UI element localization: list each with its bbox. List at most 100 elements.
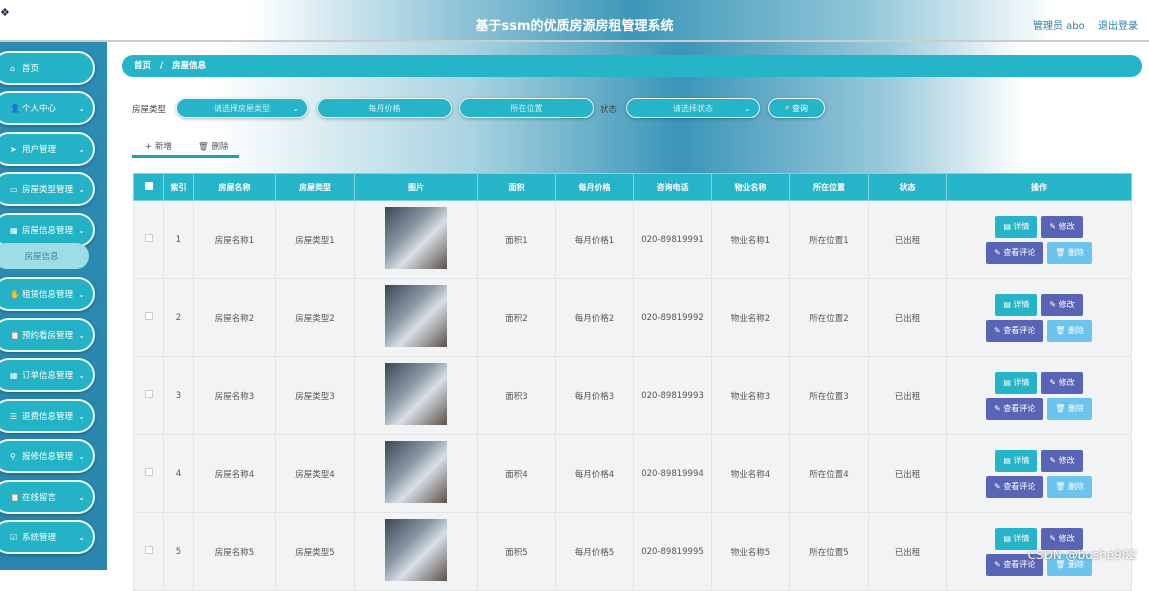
house-type-select[interactable]: 请选择房屋类型 ⌄ (176, 98, 308, 118)
clipboard-icon: 📋 (10, 330, 20, 340)
cell: 所在位置2 (789, 278, 869, 357)
row-checkbox[interactable] (144, 390, 153, 398)
row-checkbox[interactable] (144, 468, 153, 476)
row-select-cell[interactable] (133, 512, 164, 591)
cell: 房屋类型5 (275, 512, 355, 591)
sidebar-item-1[interactable]: ⌂ 首页 (0, 51, 95, 85)
row-checkbox[interactable] (144, 312, 153, 320)
sidebar-item-label: 在线留言 (22, 493, 57, 503)
row-checkbox[interactable] (144, 234, 153, 242)
view-comments-button[interactable]: ✎ 查看评论 (986, 319, 1044, 342)
sidebar-item-8[interactable]: ▦ 订单信息管理 ⌄ (0, 358, 95, 392)
logout-link[interactable]: 退出登录 (1098, 17, 1138, 32)
chevron-down-icon: ⌄ (78, 492, 85, 502)
select-all-checkbox[interactable] (144, 182, 153, 190)
edit-button[interactable]: ✎ 修改 (1041, 371, 1083, 394)
cell: 物业名称2 (711, 278, 790, 357)
table-row: 1 房屋名称1 房屋类型1 面积1 每月价格1 020-89819991 物业名称1 所在位置… (133, 200, 1132, 279)
cell: 物业名称4 (711, 434, 790, 513)
row-delete-button[interactable]: 🗑 删除 (1047, 397, 1092, 420)
cell: 房屋名称5 (193, 512, 276, 591)
location-input[interactable]: 所在位置 (459, 98, 594, 118)
cell: 所在位置3 (789, 356, 869, 435)
watermark: CSDN @bushe902 (1027, 548, 1137, 562)
column-header: 咨询电话 (633, 173, 712, 201)
chevron-down-icon: ⌄ (744, 103, 751, 113)
sidebar-item-5[interactable]: ▦ 房屋信息管理 ⌄ (0, 213, 95, 247)
cell: 每月价格5 (555, 512, 634, 591)
row-select-cell[interactable] (133, 200, 164, 279)
sidebar-item-9[interactable]: ☰ 退费信息管理 ⌄ (0, 399, 95, 433)
top-header: ❖ 基于ssm的优质房源房租管理系统 管理员 abo 退出登录 (0, 0, 1149, 42)
toolbar-underline (132, 155, 239, 158)
house-image[interactable] (385, 207, 447, 269)
actions-cell: ▤ 详情 ✎ 修改 ✎ 查看评论 🗑 删除 (946, 356, 1132, 435)
breadcrumb-separator: / (159, 61, 164, 71)
sidebar-item-4[interactable]: ▭ 房屋类型管理 ⌄ (0, 172, 95, 206)
sidebar-item-10[interactable]: ⚲ 报修信息管理 ⌄ (0, 439, 95, 473)
row-select-cell[interactable] (133, 434, 164, 513)
sidebar-item-label: 预约看房管理 (22, 331, 74, 341)
detail-button[interactable]: ▤ 详情 (995, 215, 1038, 238)
view-comments-button[interactable]: ✎ 查看评论 (986, 241, 1044, 264)
column-header: 房屋类型 (275, 173, 355, 201)
detail-button[interactable]: ▤ 详情 (995, 449, 1038, 472)
query-button[interactable]: ⌕ 查询 (768, 98, 825, 118)
house-image[interactable] (385, 519, 447, 581)
row-select-cell[interactable] (133, 356, 164, 435)
house-image[interactable] (385, 285, 447, 347)
detail-button[interactable]: ▤ 详情 (995, 371, 1038, 394)
edit-button[interactable]: ✎ 修改 (1041, 293, 1083, 316)
edit-button[interactable]: ✎ 修改 (1041, 449, 1083, 472)
house-image[interactable] (385, 441, 447, 503)
cell: 020-89819995 (633, 512, 712, 591)
row-delete-button[interactable]: 🗑 删除 (1047, 241, 1092, 264)
detail-button[interactable]: ▤ 详情 (995, 293, 1038, 316)
detail-button[interactable]: ▤ 详情 (995, 527, 1038, 550)
row-checkbox[interactable] (144, 546, 153, 554)
cell: 面积4 (477, 434, 556, 513)
sidebar-item-label: 房屋类型管理 (22, 185, 74, 195)
column-header: 物业名称 (711, 173, 790, 201)
price-placeholder: 每月价格 (368, 103, 401, 113)
grid-icon: ▦ (10, 225, 18, 235)
house-table: 索引 房屋名称 房屋类型 图片 面积 每月价格 咨询电话 物业名称 所在位置 状态 操作 1 房屋名称… (133, 173, 1132, 591)
sidebar-item-3[interactable]: ➤ 用户管理 ⌄ (0, 132, 95, 166)
row-delete-button[interactable]: 🗑 删除 (1047, 319, 1092, 342)
check-icon: ☑ (10, 532, 18, 542)
add-button[interactable]: + 新增 (145, 140, 172, 152)
status-select[interactable]: 请选择状态 ⌄ (626, 98, 760, 118)
edit-button[interactable]: ✎ 修改 (1041, 215, 1083, 238)
cell: 已出租 (868, 434, 947, 513)
cell: 每月价格1 (555, 200, 634, 279)
sidebar-item-12[interactable]: ☑ 系统管理 ⌄ (0, 520, 95, 554)
sidebar-item-label: 订单信息管理 (22, 371, 74, 381)
delete-button[interactable]: 🗑 删除 (198, 140, 229, 152)
search-icon: ⌕ (784, 103, 793, 112)
select-all-cell[interactable] (133, 173, 164, 201)
sidebar-subitem-house-info[interactable]: 房屋信息 (0, 243, 89, 269)
cell: 房屋类型4 (275, 434, 355, 513)
breadcrumb-current: 房屋信息 (172, 61, 207, 71)
sidebar-item-label: 租赁信息管理 (22, 290, 74, 300)
hand-icon: ✋ (10, 289, 20, 299)
price-input[interactable]: 每月价格 (317, 98, 452, 118)
row-select-cell[interactable] (133, 278, 164, 357)
sidebar-item-7[interactable]: 📋 预约看房管理 ⌄ (0, 318, 95, 352)
row-delete-button[interactable]: 🗑 删除 (1047, 475, 1092, 498)
sidebar-item-6[interactable]: ✋ 租赁信息管理 ⌄ (0, 277, 95, 311)
sidebar-item-11[interactable]: 📋 在线留言 ⌄ (0, 480, 95, 514)
current-user[interactable]: 管理员 abo (1033, 17, 1085, 32)
house-image[interactable] (385, 363, 447, 425)
column-header: 图片 (354, 173, 478, 201)
view-comments-button[interactable]: ✎ 查看评论 (986, 475, 1044, 498)
view-comments-button[interactable]: ✎ 查看评论 (986, 397, 1044, 420)
chevron-down-icon: ⌄ (78, 144, 85, 154)
sidebar-item-2[interactable]: 👤 个人中心 ⌄ (0, 91, 95, 125)
edit-button[interactable]: ✎ 修改 (1041, 527, 1083, 550)
cell: 房屋类型1 (275, 200, 355, 279)
chevron-down-icon: ⌄ (78, 103, 85, 113)
column-header: 每月价格 (555, 173, 634, 201)
breadcrumb-home[interactable]: 首页 (134, 61, 151, 71)
image-cell (354, 200, 478, 279)
